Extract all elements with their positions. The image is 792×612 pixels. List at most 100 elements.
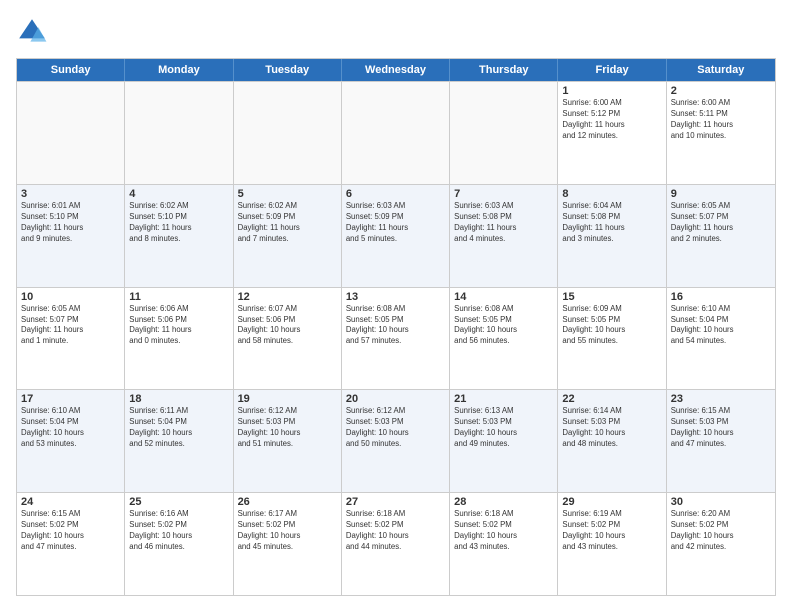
day-info: Sunrise: 6:17 AM Sunset: 5:02 PM Dayligh…	[238, 509, 337, 553]
week-row-1: 1Sunrise: 6:00 AM Sunset: 5:12 PM Daylig…	[17, 81, 775, 184]
day-number: 12	[238, 291, 337, 303]
day-info: Sunrise: 6:18 AM Sunset: 5:02 PM Dayligh…	[346, 509, 445, 553]
day-cell-9: 9Sunrise: 6:05 AM Sunset: 5:07 PM Daylig…	[667, 185, 775, 287]
empty-cell	[125, 82, 233, 184]
day-cell-10: 10Sunrise: 6:05 AM Sunset: 5:07 PM Dayli…	[17, 288, 125, 390]
day-cell-29: 29Sunrise: 6:19 AM Sunset: 5:02 PM Dayli…	[558, 493, 666, 595]
day-number: 2	[671, 85, 771, 97]
day-info: Sunrise: 6:07 AM Sunset: 5:06 PM Dayligh…	[238, 304, 337, 348]
day-info: Sunrise: 6:08 AM Sunset: 5:05 PM Dayligh…	[454, 304, 553, 348]
day-number: 7	[454, 188, 553, 200]
empty-cell	[450, 82, 558, 184]
week-row-2: 3Sunrise: 6:01 AM Sunset: 5:10 PM Daylig…	[17, 184, 775, 287]
day-cell-11: 11Sunrise: 6:06 AM Sunset: 5:06 PM Dayli…	[125, 288, 233, 390]
day-info: Sunrise: 6:13 AM Sunset: 5:03 PM Dayligh…	[454, 406, 553, 450]
day-cell-2: 2Sunrise: 6:00 AM Sunset: 5:11 PM Daylig…	[667, 82, 775, 184]
day-info: Sunrise: 6:03 AM Sunset: 5:08 PM Dayligh…	[454, 201, 553, 245]
logo-icon	[16, 16, 48, 48]
day-number: 17	[21, 393, 120, 405]
header-day-monday: Monday	[125, 59, 233, 81]
day-info: Sunrise: 6:10 AM Sunset: 5:04 PM Dayligh…	[671, 304, 771, 348]
day-info: Sunrise: 6:00 AM Sunset: 5:11 PM Dayligh…	[671, 98, 771, 142]
empty-cell	[17, 82, 125, 184]
day-number: 20	[346, 393, 445, 405]
header-day-sunday: Sunday	[17, 59, 125, 81]
header-day-tuesday: Tuesday	[234, 59, 342, 81]
day-number: 24	[21, 496, 120, 508]
calendar-header: SundayMondayTuesdayWednesdayThursdayFrid…	[17, 59, 775, 81]
calendar: SundayMondayTuesdayWednesdayThursdayFrid…	[16, 58, 776, 596]
day-info: Sunrise: 6:05 AM Sunset: 5:07 PM Dayligh…	[21, 304, 120, 348]
day-info: Sunrise: 6:11 AM Sunset: 5:04 PM Dayligh…	[129, 406, 228, 450]
day-info: Sunrise: 6:04 AM Sunset: 5:08 PM Dayligh…	[562, 201, 661, 245]
day-info: Sunrise: 6:00 AM Sunset: 5:12 PM Dayligh…	[562, 98, 661, 142]
day-number: 11	[129, 291, 228, 303]
day-number: 23	[671, 393, 771, 405]
day-number: 6	[346, 188, 445, 200]
day-cell-5: 5Sunrise: 6:02 AM Sunset: 5:09 PM Daylig…	[234, 185, 342, 287]
header-day-friday: Friday	[558, 59, 666, 81]
day-cell-21: 21Sunrise: 6:13 AM Sunset: 5:03 PM Dayli…	[450, 390, 558, 492]
day-number: 15	[562, 291, 661, 303]
day-number: 16	[671, 291, 771, 303]
day-info: Sunrise: 6:15 AM Sunset: 5:03 PM Dayligh…	[671, 406, 771, 450]
day-number: 10	[21, 291, 120, 303]
day-info: Sunrise: 6:16 AM Sunset: 5:02 PM Dayligh…	[129, 509, 228, 553]
page-header	[16, 16, 776, 48]
calendar-body: 1Sunrise: 6:00 AM Sunset: 5:12 PM Daylig…	[17, 81, 775, 595]
day-cell-3: 3Sunrise: 6:01 AM Sunset: 5:10 PM Daylig…	[17, 185, 125, 287]
day-info: Sunrise: 6:08 AM Sunset: 5:05 PM Dayligh…	[346, 304, 445, 348]
day-cell-1: 1Sunrise: 6:00 AM Sunset: 5:12 PM Daylig…	[558, 82, 666, 184]
day-info: Sunrise: 6:03 AM Sunset: 5:09 PM Dayligh…	[346, 201, 445, 245]
day-number: 25	[129, 496, 228, 508]
day-info: Sunrise: 6:09 AM Sunset: 5:05 PM Dayligh…	[562, 304, 661, 348]
day-info: Sunrise: 6:05 AM Sunset: 5:07 PM Dayligh…	[671, 201, 771, 245]
day-number: 26	[238, 496, 337, 508]
day-info: Sunrise: 6:15 AM Sunset: 5:02 PM Dayligh…	[21, 509, 120, 553]
day-cell-24: 24Sunrise: 6:15 AM Sunset: 5:02 PM Dayli…	[17, 493, 125, 595]
day-info: Sunrise: 6:18 AM Sunset: 5:02 PM Dayligh…	[454, 509, 553, 553]
day-number: 8	[562, 188, 661, 200]
logo	[16, 16, 52, 48]
day-number: 1	[562, 85, 661, 97]
empty-cell	[234, 82, 342, 184]
header-day-saturday: Saturday	[667, 59, 775, 81]
day-cell-14: 14Sunrise: 6:08 AM Sunset: 5:05 PM Dayli…	[450, 288, 558, 390]
day-cell-23: 23Sunrise: 6:15 AM Sunset: 5:03 PM Dayli…	[667, 390, 775, 492]
day-number: 30	[671, 496, 771, 508]
day-info: Sunrise: 6:02 AM Sunset: 5:09 PM Dayligh…	[238, 201, 337, 245]
day-number: 18	[129, 393, 228, 405]
day-cell-19: 19Sunrise: 6:12 AM Sunset: 5:03 PM Dayli…	[234, 390, 342, 492]
day-number: 3	[21, 188, 120, 200]
day-cell-22: 22Sunrise: 6:14 AM Sunset: 5:03 PM Dayli…	[558, 390, 666, 492]
day-number: 21	[454, 393, 553, 405]
day-number: 22	[562, 393, 661, 405]
empty-cell	[342, 82, 450, 184]
day-cell-30: 30Sunrise: 6:20 AM Sunset: 5:02 PM Dayli…	[667, 493, 775, 595]
week-row-4: 17Sunrise: 6:10 AM Sunset: 5:04 PM Dayli…	[17, 389, 775, 492]
day-number: 27	[346, 496, 445, 508]
day-info: Sunrise: 6:20 AM Sunset: 5:02 PM Dayligh…	[671, 509, 771, 553]
day-info: Sunrise: 6:12 AM Sunset: 5:03 PM Dayligh…	[238, 406, 337, 450]
week-row-3: 10Sunrise: 6:05 AM Sunset: 5:07 PM Dayli…	[17, 287, 775, 390]
day-cell-25: 25Sunrise: 6:16 AM Sunset: 5:02 PM Dayli…	[125, 493, 233, 595]
day-info: Sunrise: 6:12 AM Sunset: 5:03 PM Dayligh…	[346, 406, 445, 450]
day-cell-6: 6Sunrise: 6:03 AM Sunset: 5:09 PM Daylig…	[342, 185, 450, 287]
day-number: 13	[346, 291, 445, 303]
day-number: 29	[562, 496, 661, 508]
day-cell-7: 7Sunrise: 6:03 AM Sunset: 5:08 PM Daylig…	[450, 185, 558, 287]
day-cell-4: 4Sunrise: 6:02 AM Sunset: 5:10 PM Daylig…	[125, 185, 233, 287]
day-cell-27: 27Sunrise: 6:18 AM Sunset: 5:02 PM Dayli…	[342, 493, 450, 595]
header-day-thursday: Thursday	[450, 59, 558, 81]
day-cell-26: 26Sunrise: 6:17 AM Sunset: 5:02 PM Dayli…	[234, 493, 342, 595]
day-info: Sunrise: 6:19 AM Sunset: 5:02 PM Dayligh…	[562, 509, 661, 553]
day-number: 19	[238, 393, 337, 405]
day-info: Sunrise: 6:14 AM Sunset: 5:03 PM Dayligh…	[562, 406, 661, 450]
day-cell-13: 13Sunrise: 6:08 AM Sunset: 5:05 PM Dayli…	[342, 288, 450, 390]
day-cell-17: 17Sunrise: 6:10 AM Sunset: 5:04 PM Dayli…	[17, 390, 125, 492]
day-cell-12: 12Sunrise: 6:07 AM Sunset: 5:06 PM Dayli…	[234, 288, 342, 390]
day-number: 4	[129, 188, 228, 200]
day-info: Sunrise: 6:06 AM Sunset: 5:06 PM Dayligh…	[129, 304, 228, 348]
day-cell-16: 16Sunrise: 6:10 AM Sunset: 5:04 PM Dayli…	[667, 288, 775, 390]
day-number: 28	[454, 496, 553, 508]
